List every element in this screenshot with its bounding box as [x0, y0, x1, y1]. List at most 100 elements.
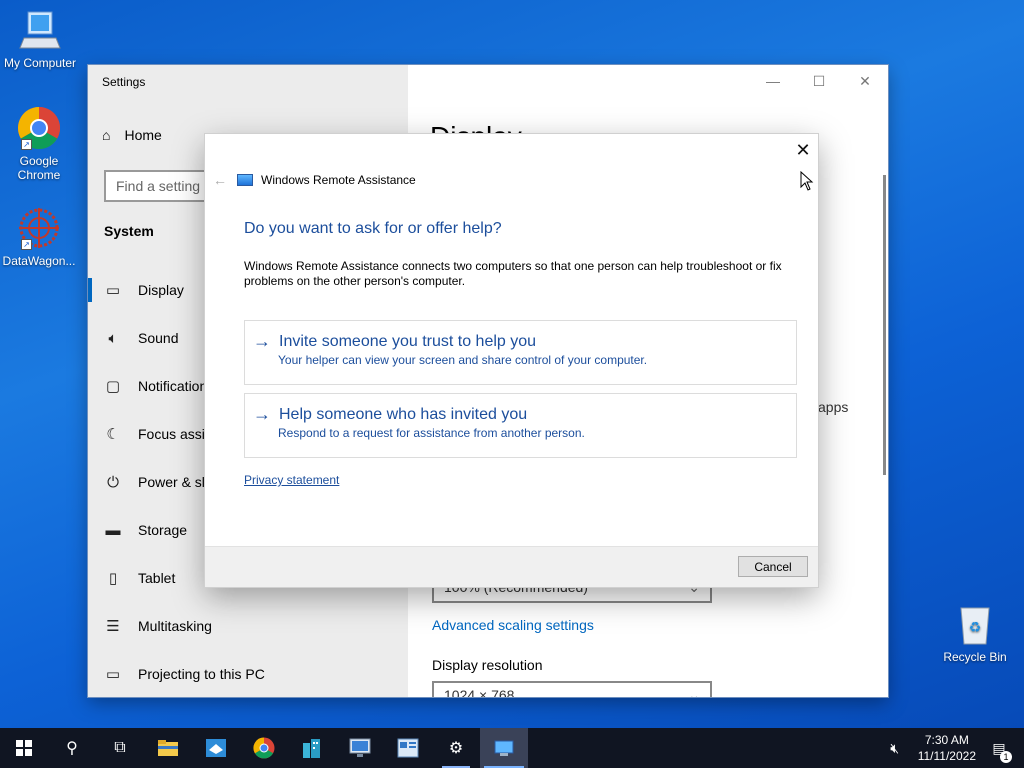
- back-arrow-icon[interactable]: ←: [213, 172, 229, 188]
- projector-icon: ▭: [105, 666, 121, 683]
- sidebar-item-projecting[interactable]: ▭ Projecting to this PC: [88, 650, 408, 697]
- resolution-label: Display resolution: [432, 657, 543, 673]
- resolution-value: 1024 × 768: [444, 687, 515, 697]
- shortcut-arrow-icon: ↗: [21, 139, 32, 150]
- clock-time: 7:30 AM: [924, 733, 969, 747]
- recycle-bin-icon: ♻: [953, 602, 997, 646]
- search-button[interactable]: ⚲: [48, 728, 96, 768]
- window-title: Settings: [102, 75, 146, 89]
- sidebar-item-multitasking[interactable]: ☰ Multitasking: [88, 602, 408, 650]
- desktop-icon-recycle-bin[interactable]: ♻ Recycle Bin: [942, 602, 1008, 664]
- datawagon-icon: ↗: [17, 206, 61, 250]
- desktop-icon-label: My Computer: [3, 56, 77, 70]
- remote-assistance-icon: [237, 174, 253, 186]
- dialog-footer: Cancel: [205, 546, 818, 587]
- dialog-title: Windows Remote Assistance: [261, 173, 416, 187]
- minimize-icon[interactable]: —: [750, 65, 796, 97]
- monitor-app-icon: [349, 738, 371, 757]
- arrow-right-icon: →: [253, 331, 271, 351]
- cancel-button[interactable]: Cancel: [738, 556, 808, 577]
- desktop-icon-my-computer[interactable]: My Computer: [0, 8, 80, 70]
- remote-assistance-dialog: ✕ ← Windows Remote Assistance Do you wan…: [205, 134, 818, 587]
- storage-icon: ▬: [105, 521, 121, 539]
- option-subtitle: Respond to a request for assistance from…: [278, 426, 585, 440]
- sidebar-item-home[interactable]: ⌂ Home: [102, 127, 162, 143]
- start-button[interactable]: [0, 728, 48, 768]
- notification-icon: ▢: [105, 378, 121, 395]
- chrome-taskbar-button[interactable]: [240, 728, 288, 768]
- resolution-dropdown[interactable]: 1024 × 768 ⌄: [432, 681, 712, 697]
- dialog-header: ← Windows Remote Assistance: [213, 172, 416, 188]
- scrollbar[interactable]: [883, 175, 886, 475]
- taskbar: ⚲ ⧉ ⚙ 🔇︎ 7:30 AM 11/11/2022 ▤ 1: [0, 728, 1024, 768]
- home-icon: ⌂: [102, 127, 111, 143]
- desktop-icon-google-chrome[interactable]: ↗ Google Chrome: [0, 106, 79, 182]
- remote-assistance-taskbar-button[interactable]: [480, 728, 528, 768]
- sidebar-item-label: Storage: [138, 522, 188, 538]
- moon-icon: ☾: [106, 426, 120, 443]
- tablet-icon: ▯: [108, 570, 118, 587]
- computer-icon: [18, 8, 62, 52]
- sidebar-item-label: Notification: [138, 378, 208, 394]
- sidebar-item-label: Sound: [138, 330, 179, 346]
- system-tray: 🔇︎ 7:30 AM 11/11/2022 ▤ 1: [884, 728, 1024, 768]
- speaker-icon: 🔈︎: [108, 329, 118, 347]
- folder-icon: [158, 740, 178, 756]
- dialog-description: Windows Remote Assistance connects two c…: [244, 259, 782, 288]
- option-subtitle: Your helper can view your screen and sha…: [278, 353, 648, 367]
- sidebar-item-label: Projecting to this PC: [138, 666, 265, 682]
- sidebar-item-label: Multitasking: [138, 618, 212, 634]
- desktop-icon-datawagon[interactable]: ↗ DataWagon...: [0, 206, 79, 268]
- window-controls: — ☐ ✕: [750, 65, 888, 97]
- search-icon: ⚲: [66, 740, 78, 757]
- option-title: Help someone who has invited you: [279, 405, 528, 423]
- option-title: Invite someone you trust to help you: [279, 332, 537, 350]
- power-icon: ⏻: [107, 473, 119, 491]
- multitasking-icon: ☰: [106, 618, 120, 635]
- taskbar-app-button[interactable]: [384, 728, 432, 768]
- file-explorer-button[interactable]: [144, 728, 192, 768]
- windows-logo-icon: [16, 740, 32, 756]
- maximize-icon[interactable]: ☐: [796, 65, 842, 97]
- sidebar-item-label: Tablet: [138, 570, 176, 586]
- app-icon: [206, 739, 226, 757]
- desktop-icon-label: Google Chrome: [17, 154, 61, 182]
- action-center-icon[interactable]: ▤ 1: [988, 740, 1012, 763]
- sidebar-section-title: System: [104, 223, 154, 239]
- apps-text: apps: [818, 399, 849, 415]
- monitor-icon: ▭: [105, 282, 121, 299]
- sidebar-item-label: Power & sle: [138, 474, 213, 490]
- notification-badge: 1: [1000, 750, 1012, 763]
- remote-assistance-icon: [494, 740, 514, 756]
- taskbar-app-button[interactable]: [288, 728, 336, 768]
- arrow-right-icon: →: [253, 404, 271, 424]
- dialog-question: Do you want to ask for or offer help?: [244, 220, 502, 237]
- chevron-down-icon: ⌄: [688, 687, 700, 697]
- chrome-icon: ↗: [17, 106, 61, 150]
- task-view-button[interactable]: ⧉: [96, 728, 144, 768]
- advanced-scaling-link[interactable]: Advanced scaling settings: [432, 617, 594, 633]
- clock[interactable]: 7:30 AM 11/11/2022: [906, 732, 988, 764]
- privacy-statement-link[interactable]: Privacy statement: [244, 473, 339, 487]
- desktop-icon-label: DataWagon...: [2, 254, 76, 268]
- clock-date: 11/11/2022: [917, 749, 976, 763]
- close-icon[interactable]: ✕: [795, 140, 810, 160]
- task-view-icon: ⧉: [114, 739, 126, 756]
- invite-help-option[interactable]: → Invite someone you trust to help you Yo…: [244, 320, 797, 385]
- svg-text:♻: ♻: [969, 620, 982, 636]
- shortcut-arrow-icon: ↗: [21, 239, 32, 250]
- taskbar-app-button[interactable]: [192, 728, 240, 768]
- control-panel-icon: [397, 738, 419, 758]
- sidebar-item-label: Home: [124, 127, 162, 143]
- help-someone-option[interactable]: → Help someone who has invited you Respon…: [244, 393, 797, 458]
- taskbar-app-button[interactable]: [336, 728, 384, 768]
- close-icon[interactable]: ✕: [842, 65, 888, 97]
- chrome-icon: [253, 737, 275, 759]
- buildings-icon: [303, 739, 320, 758]
- gear-icon: ⚙: [448, 740, 464, 757]
- volume-muted-icon[interactable]: 🔇︎: [884, 740, 906, 757]
- mouse-cursor-icon: [800, 171, 814, 191]
- desktop-icon-label: Recycle Bin: [943, 650, 1007, 664]
- settings-taskbar-button[interactable]: ⚙: [432, 728, 480, 768]
- sidebar-item-label: Display: [138, 282, 184, 298]
